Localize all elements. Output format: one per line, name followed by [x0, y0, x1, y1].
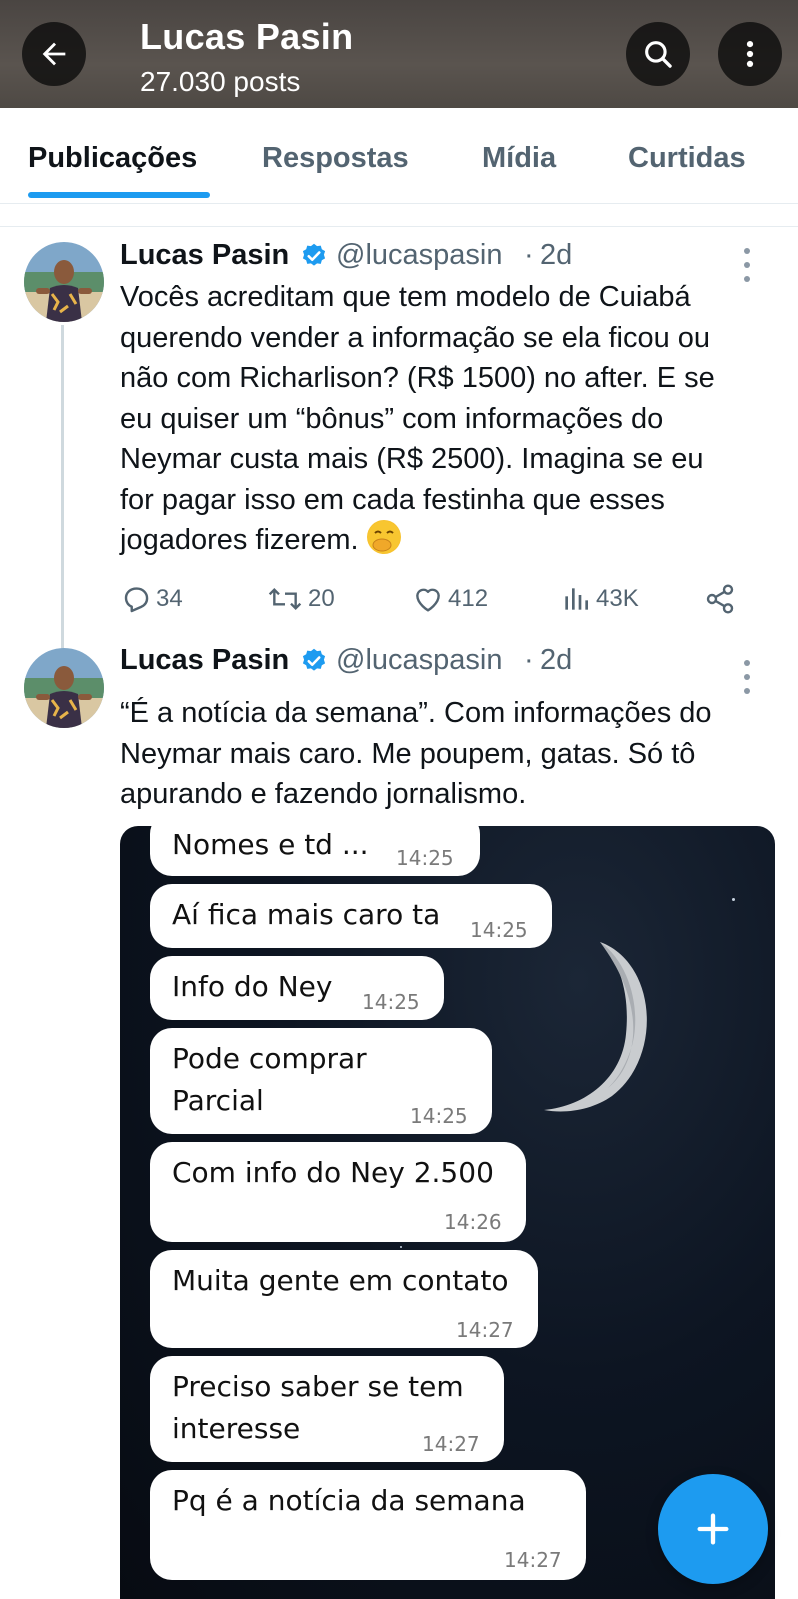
- verified-badge-icon: [302, 243, 326, 266]
- post-more-icon[interactable]: [737, 248, 757, 282]
- tab-curtidas[interactable]: Curtidas: [628, 142, 746, 175]
- views-button[interactable]: 43K: [560, 583, 639, 615]
- tab-publicacoes[interactable]: Publicações: [28, 142, 197, 175]
- profile-header: Lucas Pasin 27.030 posts: [0, 0, 798, 108]
- avatar-photo: [24, 242, 104, 322]
- more-vertical-icon: [746, 40, 754, 68]
- chat-bubble: Info do Ney 14:25: [150, 956, 444, 1020]
- heart-icon: [416, 588, 440, 612]
- tab-midia[interactable]: Mídia: [482, 142, 556, 175]
- post-actions: 34 20 412 43K: [120, 583, 760, 623]
- separator-dot: ·: [524, 644, 534, 676]
- divider: [0, 226, 798, 227]
- repost-icon: [268, 587, 302, 611]
- post-author-name[interactable]: Lucas Pasin: [120, 239, 289, 272]
- like-button[interactable]: 412: [412, 583, 488, 615]
- post-time[interactable]: 2d: [540, 239, 572, 272]
- avatar[interactable]: [24, 648, 104, 728]
- search-button[interactable]: [626, 22, 690, 86]
- chat-bubble: Aí fica mais caro ta 14:25: [150, 884, 552, 948]
- post-text: “É a notícia da semana”. Com informações…: [120, 697, 712, 810]
- arrow-left-icon: [42, 42, 66, 66]
- share-icon: [706, 584, 734, 614]
- chat-bubble: Pode comprar Parcial 14:25: [150, 1028, 492, 1134]
- hand-over-mouth-emoji-icon: [366, 520, 401, 554]
- more-options-button[interactable]: [718, 22, 782, 86]
- chat-bubble: Muita gente em contato 14:27: [150, 1250, 538, 1348]
- post-text: Vocês acreditam que tem modelo de Cuiabá…: [120, 281, 715, 556]
- crescent-moon-image: [544, 942, 647, 1112]
- verified-badge-icon: [302, 648, 326, 671]
- chat-bubble: Pq é a notícia da semana 14:27: [150, 1470, 586, 1580]
- chat-bubble: Com info do Ney 2.500 14:26: [150, 1142, 526, 1242]
- separator-dot: ·: [524, 239, 534, 271]
- profile-tabs: Publicações Respostas Mídia Curtidas: [0, 108, 798, 204]
- post-media-image[interactable]: Nomes e td ... 14:25 Aí fica mais caro t…: [120, 826, 775, 1599]
- plus-icon: [697, 1513, 729, 1545]
- profile-name: Lucas Pasin: [140, 16, 354, 57]
- star: [400, 1246, 402, 1248]
- reply-icon: [124, 587, 149, 613]
- post-time[interactable]: 2d: [540, 644, 572, 677]
- search-icon: [645, 41, 672, 68]
- active-tab-indicator: [28, 192, 210, 198]
- chat-bubble: Nomes e td ... 14:25: [150, 826, 480, 876]
- reply-button[interactable]: 34: [120, 583, 183, 615]
- share-button[interactable]: [704, 583, 740, 615]
- chat-bubble: Preciso saber se tem interesse 14:27: [150, 1356, 504, 1462]
- post-more-icon[interactable]: [737, 660, 757, 694]
- post-handle[interactable]: @lucaspasin: [336, 239, 502, 272]
- repost-button[interactable]: 20: [266, 583, 335, 615]
- avatar-photo: [24, 648, 104, 728]
- back-button[interactable]: [22, 22, 86, 86]
- thread-connector-line: [61, 325, 64, 655]
- post-handle[interactable]: @lucaspasin: [336, 644, 502, 677]
- post-count: 27.030 posts: [140, 66, 301, 97]
- compose-post-button[interactable]: [658, 1474, 768, 1584]
- views-icon: [565, 588, 588, 610]
- tab-respostas[interactable]: Respostas: [262, 142, 409, 175]
- star: [732, 898, 735, 901]
- post-author-name[interactable]: Lucas Pasin: [120, 644, 289, 677]
- avatar[interactable]: [24, 242, 104, 322]
